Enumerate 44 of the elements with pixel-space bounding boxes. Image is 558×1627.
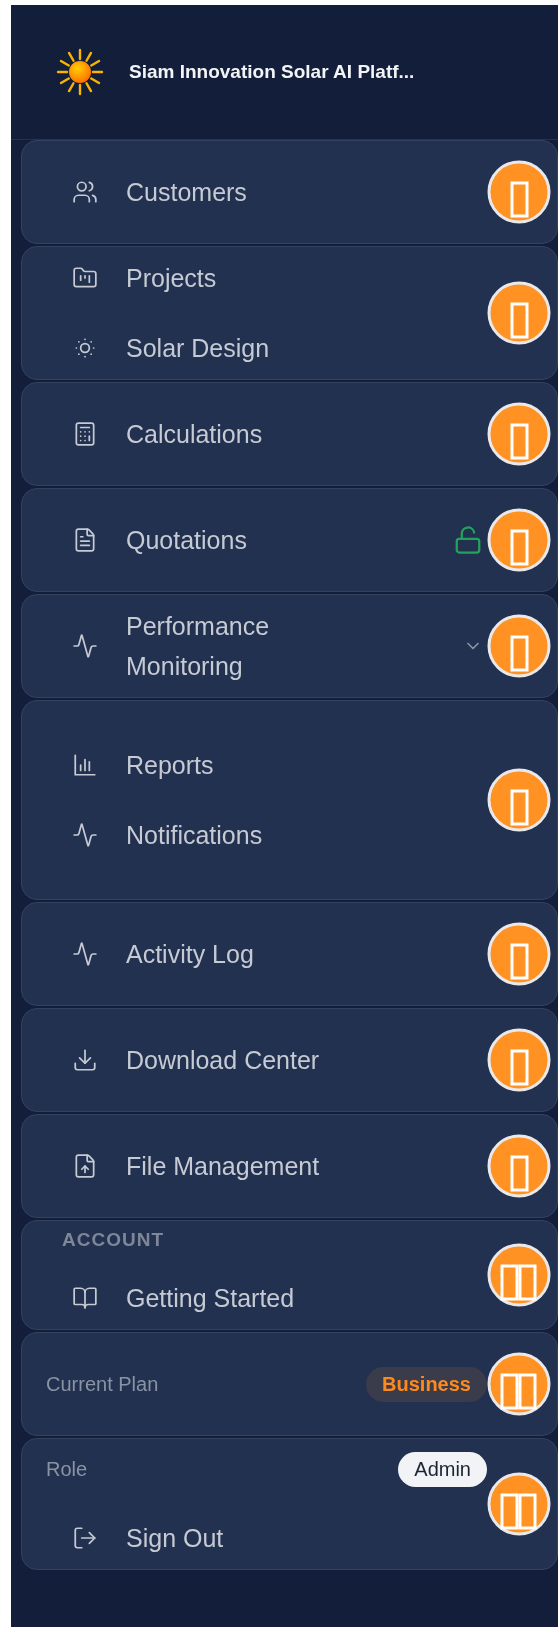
nav-icon <box>72 527 98 553</box>
nav-icon <box>72 822 98 848</box>
nav-icon <box>72 1153 98 1179</box>
sun-logo-icon <box>55 47 105 97</box>
circle-glyph-icon <box>487 281 551 345</box>
nav-icon <box>72 1285 98 1311</box>
nav-icon <box>72 1525 98 1551</box>
nav-item[interactable]: Quotations <box>22 517 487 563</box>
nav-icon <box>72 265 98 291</box>
nav-item[interactable]: Activity Log <box>22 931 487 977</box>
circle-glyph-icon <box>487 1134 551 1198</box>
info-label: Current Plan <box>46 1372 159 1396</box>
nav-item[interactable]: Projects <box>22 255 487 301</box>
circle-glyph-icon <box>487 160 551 224</box>
circle-glyph-icon <box>487 614 551 678</box>
nav-item[interactable]: Getting Started <box>22 1275 487 1321</box>
nav-item[interactable]: Download Center <box>22 1037 487 1083</box>
bar-chart-icon <box>72 752 98 778</box>
section-heading: ACCOUNT <box>61 1229 165 1251</box>
nav-item[interactable]: Sign Out <box>22 1515 487 1561</box>
app-title: Siam Innovation Solar AI Platf... <box>129 61 415 83</box>
circle-glyph-icon <box>487 402 551 466</box>
nav-item[interactable]: Reports <box>22 742 487 788</box>
nav-item[interactable]: File Management <box>22 1143 487 1189</box>
circle-glyph-icon <box>487 508 551 572</box>
circle-glyph-icon <box>487 1472 551 1536</box>
plan-badge: Business <box>366 1366 487 1402</box>
nav-icon <box>72 421 98 447</box>
circle-glyph-icon <box>487 768 551 832</box>
nav-item[interactable]: Solar Design <box>22 325 487 371</box>
nav-icon <box>72 941 98 967</box>
nav-item[interactable]: Performance Monitoring <box>22 606 487 686</box>
nav-item[interactable]: Notifications <box>22 812 487 858</box>
nav-icon <box>72 633 98 659</box>
circle-glyph-icon <box>487 922 551 986</box>
role-badge: Admin <box>398 1451 487 1487</box>
nav-icon <box>72 1047 98 1073</box>
nav-item[interactable]: Customers <box>22 169 487 215</box>
nav-item[interactable]: Calculations <box>22 411 487 457</box>
circle-glyph-icon <box>487 1243 551 1307</box>
circle-glyph-icon <box>487 1028 551 1092</box>
info-label: Role <box>46 1457 88 1481</box>
nav-icon <box>72 179 98 205</box>
circle-glyph-icon <box>487 1352 551 1416</box>
